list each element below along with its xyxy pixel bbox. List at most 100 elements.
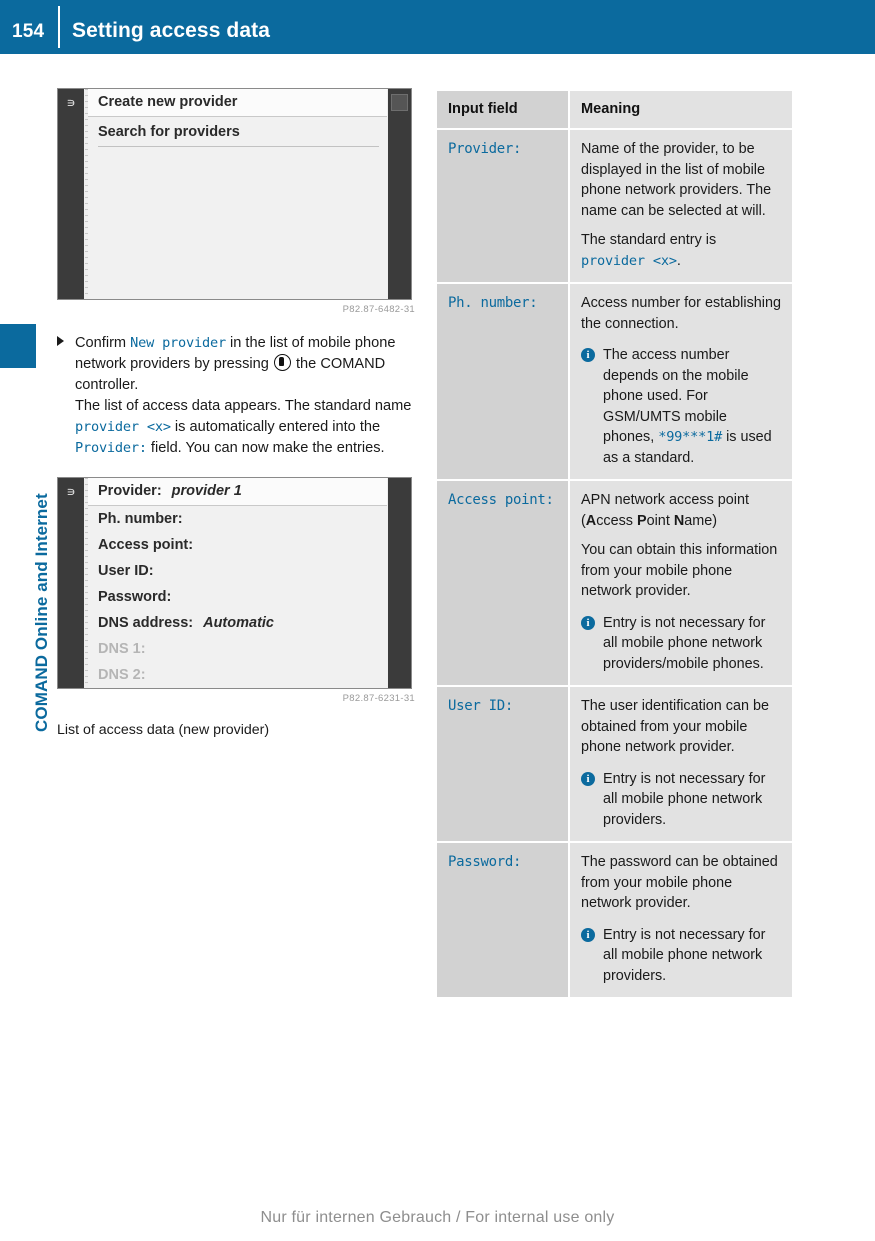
text-run: Entry is not necessary for all mobile ph… <box>603 770 766 828</box>
emphasis-letter: N <box>673 512 685 529</box>
table-row: Ph. number: Access number for establishin… <box>437 283 792 481</box>
mono-value: provider <x> <box>581 252 677 269</box>
comand-right-rail-2 <box>388 478 411 688</box>
comand-field-dns-address-label: DNS address: <box>98 615 194 631</box>
comand-menu-item-search-for-providers[interactable]: Search for providers <box>98 120 381 144</box>
comand-field-dns1-label: DNS 1: <box>98 641 146 657</box>
step-mono-new-provider: New provider <box>130 335 226 351</box>
info-icon: i <box>581 927 595 942</box>
table-cell-meaning: Access number for establishing the conne… <box>569 283 792 481</box>
step-part-6: field. You can now make the entries. <box>146 440 385 456</box>
meaning-paragraph: You can obtain this information from you… <box>581 540 782 602</box>
info-icon: i <box>581 615 595 630</box>
emphasis-letter: P <box>637 512 647 529</box>
meaning-paragraph: APN network access point (Access Point N… <box>581 490 782 531</box>
comand-field-provider[interactable]: Provider: provider 1 <box>98 479 381 503</box>
step-confirm-new-provider: Confirm New provider in the list of mobi… <box>57 333 417 459</box>
left-column: ∍ Create new provider Search for provide… <box>57 88 417 740</box>
input-field-name: Access point: <box>448 492 554 508</box>
figure-image-code-2: P82.87-6231-31 <box>342 693 415 704</box>
comand-field-password-label: Password: <box>98 589 172 605</box>
page-header-bar: 154 Setting access data <box>0 0 875 54</box>
comand-field-dns2-label: DNS 2: <box>98 667 146 683</box>
text-run: ccess <box>596 512 637 529</box>
comand-menu-item-create-new-provider[interactable]: Create new provider <box>98 90 381 114</box>
table-cell-meaning: The user identification can be obtained … <box>569 686 792 843</box>
step-text: Confirm New provider in the list of mobi… <box>75 333 417 459</box>
text-run: The standard entry is <box>581 232 717 248</box>
table-header-meaning: Meaning <box>569 91 792 130</box>
table-body: Provider: Name of the provider, to be dis… <box>437 129 792 999</box>
figure-caption-access-data-list: List of access data (new provider) <box>57 722 270 738</box>
table-row: Provider: Name of the provider, to be dis… <box>437 129 792 284</box>
table-cell-meaning: The password can be obtained from your m… <box>569 842 792 999</box>
comand-field-provider-value: provider 1 <box>171 483 242 499</box>
comand-left-rail <box>58 89 84 299</box>
table-cell-meaning: APN network access point (Access Point N… <box>569 480 792 687</box>
input-field-name: Provider: <box>448 141 522 157</box>
text-run: Name of the provider, to be displayed in… <box>581 141 772 219</box>
chapter-tab-label: COMAND Online and Internet <box>32 493 51 732</box>
table-cell-input-field: Provider: <box>437 129 570 284</box>
mono-value: *99***1# <box>658 429 723 445</box>
comand-field-dns2[interactable]: DNS 2: <box>98 663 381 687</box>
figure-image-code-1: P82.87-6482-31 <box>342 304 415 315</box>
footer-notice: Nur für internen Gebrauch / For internal… <box>260 1209 615 1226</box>
back-arrow-icon: ∍ <box>66 95 76 110</box>
table-row: Password: The password can be obtained fr… <box>437 842 792 999</box>
comand-field-ph-number-label: Ph. number: <box>98 511 183 527</box>
table-cell-input-field: Password: <box>437 842 570 999</box>
back-arrow-icon-2: ∍ <box>66 484 76 499</box>
info-icon: i <box>581 771 595 786</box>
emphasis-letter: A <box>585 512 597 529</box>
table-row: Access point: APN network access point (A… <box>437 480 792 687</box>
meaning-paragraph: The user identification can be obtained … <box>581 696 782 758</box>
comand-field-user-id-label: User ID: <box>98 563 154 579</box>
info-note: i Entry is not necessary for all mobile p… <box>581 613 782 675</box>
comand-item-separator <box>98 146 379 147</box>
comand-scroll-indicator <box>391 94 408 111</box>
input-field-meaning-table: Input field Meaning Provider: Name of the… <box>437 91 792 999</box>
text-run: Entry is not necessary for all mobile ph… <box>603 926 766 984</box>
text-run: Entry is not necessary for all mobile ph… <box>603 614 766 672</box>
comand-left-rail-2 <box>58 478 84 688</box>
step-part-4: The list of access data appears. The sta… <box>75 398 412 414</box>
comand-field-password[interactable]: Password: <box>98 585 381 609</box>
input-field-name: Ph. number: <box>448 295 538 311</box>
text-run: Access number for establishing the conne… <box>581 295 781 332</box>
table-cell-input-field: User ID: <box>437 686 570 843</box>
comand-field-user-id[interactable]: User ID: <box>98 559 381 583</box>
comand-right-rail <box>388 89 411 299</box>
chapter-tab-marker <box>0 324 36 368</box>
header-divider <box>58 6 60 48</box>
table-row: User ID: The user identification can be o… <box>437 686 792 843</box>
info-icon: i <box>581 348 595 362</box>
page-number: 154 <box>12 21 45 42</box>
text-run: The password can be obtained from your m… <box>581 854 778 911</box>
meaning-paragraph: The standard entry is provider <x>. <box>581 230 782 271</box>
right-column: Input field Meaning Provider: Name of the… <box>437 91 792 999</box>
comand-screen-panel: Create new provider Search for providers <box>88 89 387 299</box>
comand-field-access-point[interactable]: Access point: <box>98 533 381 557</box>
table-header-input-field: Input field <box>437 91 570 130</box>
step-part-1: Confirm <box>75 335 131 351</box>
info-note: i The access number depends on the mobile… <box>581 345 782 468</box>
comand-field-dns1[interactable]: DNS 1: <box>98 637 381 661</box>
step-mono-provider-x: provider <x> <box>75 419 171 435</box>
figure-create-new-provider: ∍ Create new provider Search for provide… <box>57 88 412 300</box>
comand-controller-press-icon <box>273 354 291 371</box>
input-field-name: Password: <box>448 854 522 870</box>
comand-field-dns-address-value: Automatic <box>203 615 274 631</box>
comand-field-ph-number[interactable]: Ph. number: <box>98 507 381 531</box>
figure-access-data-list: ∍ Provider: provider 1 Ph. number: Access… <box>57 477 412 689</box>
meaning-paragraph: The password can be obtained from your m… <box>581 852 782 914</box>
text-run: oint <box>646 512 674 529</box>
comand-field-access-point-label: Access point: <box>98 537 194 553</box>
step-arrow-icon <box>57 336 64 346</box>
info-note: i Entry is not necessary for all mobile p… <box>581 769 782 831</box>
step-part-5: is automatically entered into the <box>170 419 381 435</box>
comand-field-dns-address[interactable]: DNS address: Automatic <box>98 611 381 635</box>
input-field-name: User ID: <box>448 698 514 714</box>
meaning-paragraph: Access number for establishing the conne… <box>581 293 782 334</box>
page-title: Setting access data <box>72 19 270 42</box>
